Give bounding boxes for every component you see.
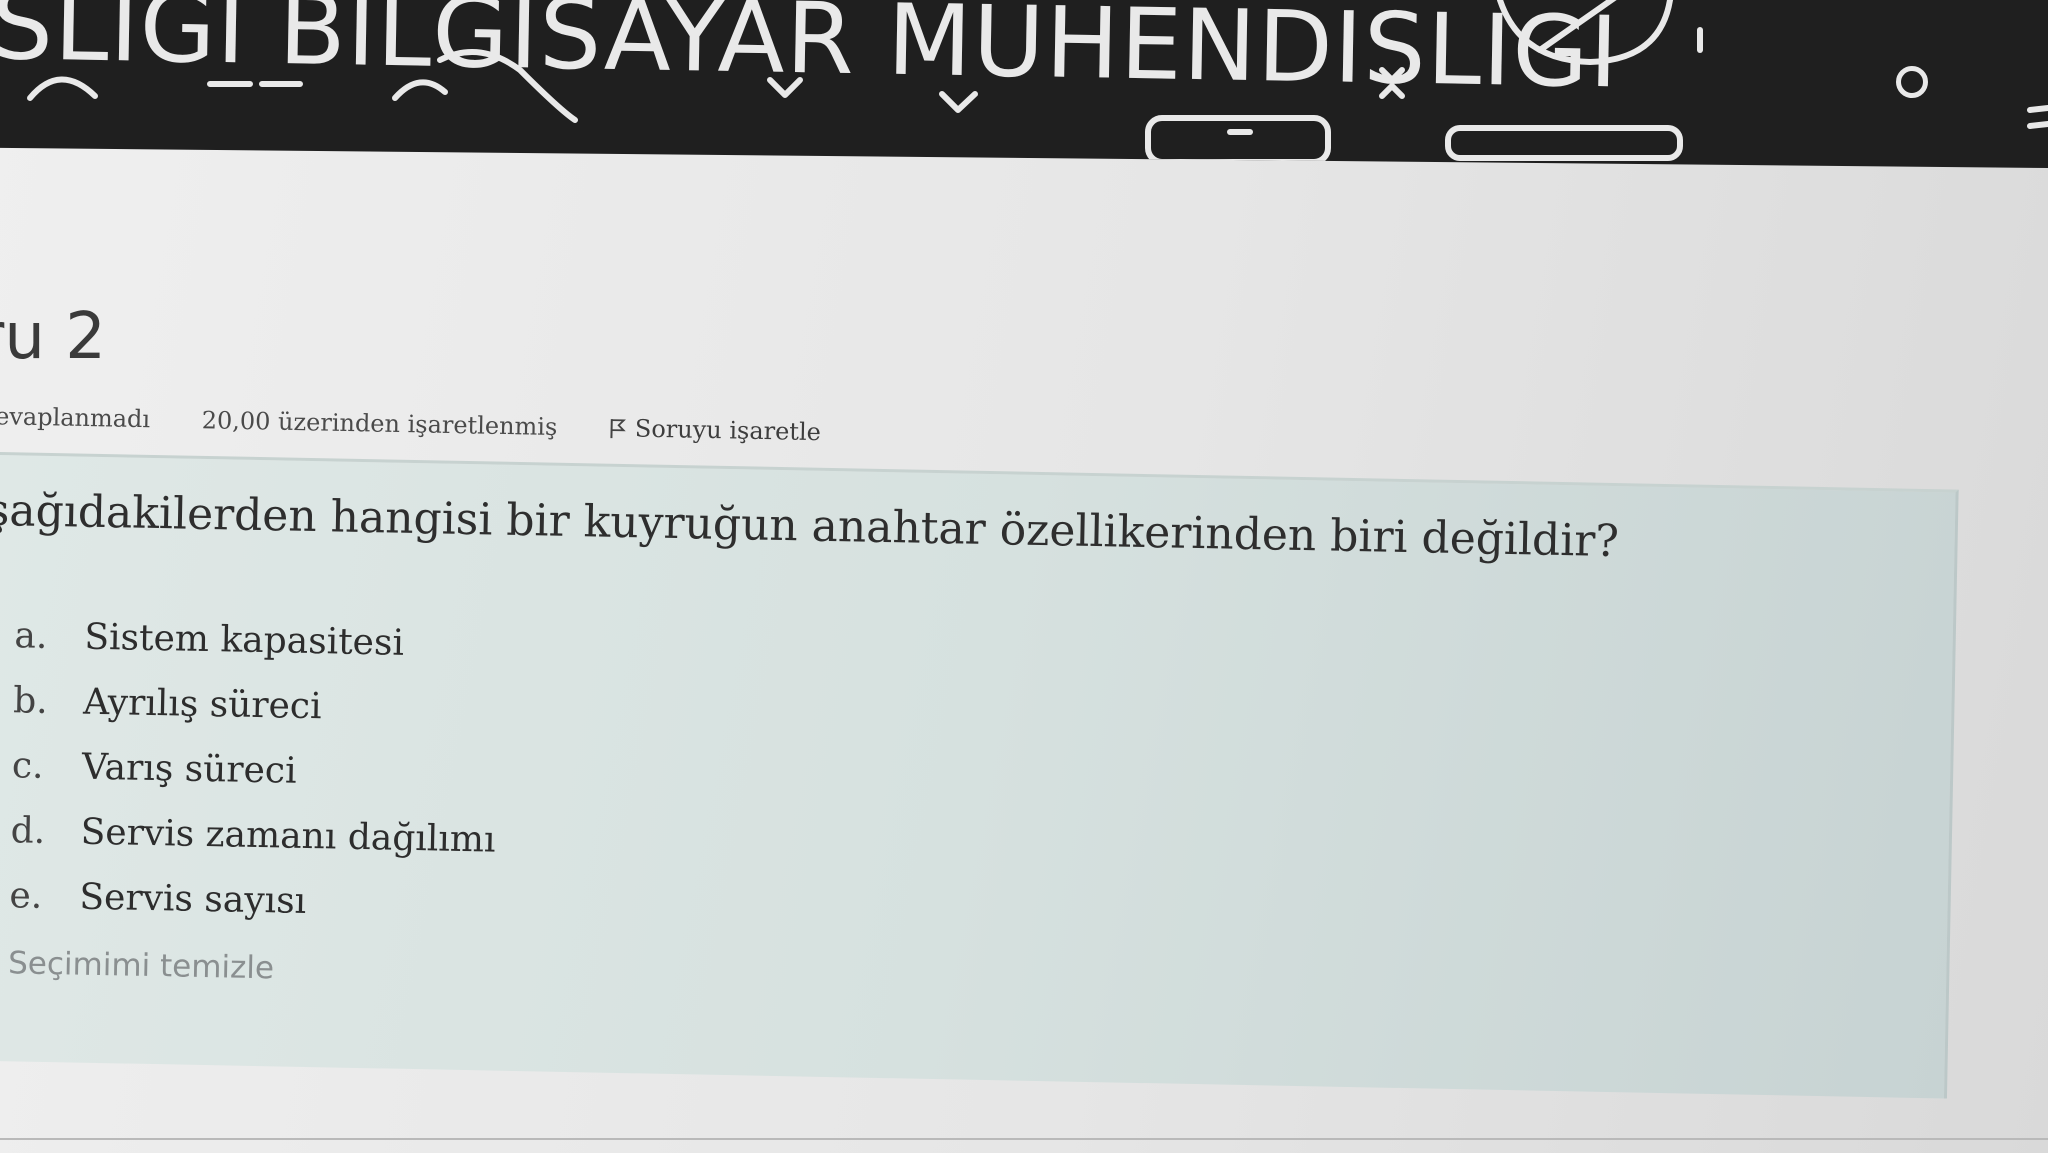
question-number: ru 2	[0, 300, 106, 374]
flag-question-label: Soruyu işaretle	[634, 414, 822, 447]
answer-text: Sistem kapasitesi	[84, 616, 405, 664]
answer-option-e[interactable]: e. Servis sayısı	[9, 875, 495, 949]
answer-text: Ayrılış süreci	[82, 681, 322, 728]
divider	[0, 1138, 2048, 1140]
answer-text: Servis sayısı	[79, 876, 307, 922]
course-banner: SLIGI BILGISAYAR MUHENDISLIGI	[0, 0, 2048, 168]
answer-letter: b.	[12, 680, 49, 722]
answer-option-c[interactable]: c. Varış süreci	[11, 745, 497, 819]
answer-text: Varış süreci	[81, 746, 297, 792]
answer-letter: c.	[11, 745, 44, 787]
answer-list: a. Sistem kapasitesi b. Ayrılış süreci c. V…	[9, 615, 500, 949]
flag-question-link[interactable]: Soruyu işaretle	[609, 414, 865, 447]
circle-icon	[1896, 66, 1928, 98]
answer-option-a[interactable]: a. Sistem kapasitesi	[14, 615, 500, 689]
answer-option-b[interactable]: b. Ayrılış süreci	[12, 680, 498, 754]
answer-letter: d.	[10, 810, 46, 852]
answer-text: Servis zamanı dağılımı	[80, 811, 496, 861]
question-panel: şağıdakilerden hangisi bir kuyruğun anah…	[0, 452, 1959, 1099]
flag-icon	[610, 419, 627, 439]
question-text: şağıdakilerden hangisi bir kuyruğun anah…	[0, 484, 1620, 568]
answer-option-d[interactable]: d. Servis zamanı dağılımı	[10, 810, 496, 884]
question-status: cevaplanmadı	[0, 402, 151, 434]
answer-letter: e.	[9, 875, 43, 917]
clear-selection-link[interactable]: Seçimimi temizle	[8, 945, 275, 986]
question-points: 20,00 üzerinden işaretlenmiş	[201, 406, 558, 442]
answer-letter: a.	[14, 615, 48, 657]
question-info: cevaplanmadı 20,00 üzerinden işaretlenmi…	[0, 402, 909, 460]
